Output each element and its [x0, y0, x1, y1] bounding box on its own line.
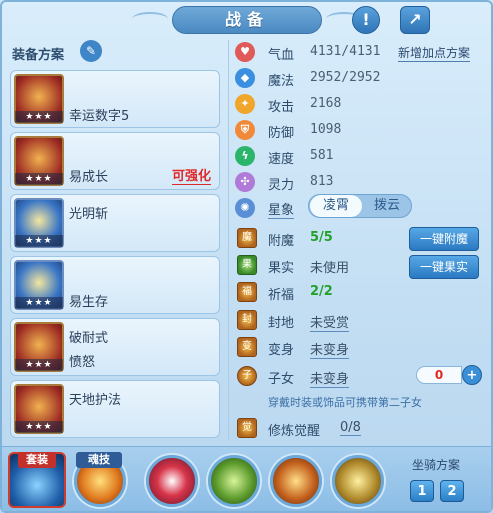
transform-value[interactable]: 未变身 — [310, 339, 350, 359]
fruit-icon: 果 — [237, 255, 257, 275]
heart-icon: ♥ — [235, 42, 255, 62]
children-value[interactable]: 未变身 — [310, 368, 350, 388]
skill-tower-button[interactable] — [270, 455, 322, 507]
awaken-value[interactable]: 0/8 — [340, 420, 361, 436]
fief-value[interactable]: 未受赏 — [310, 312, 350, 332]
page-title: 战备 — [172, 6, 322, 34]
toggle-option-boyun[interactable]: 拨云 — [361, 195, 413, 217]
blessing-label: 祈福 — [268, 288, 295, 303]
attr-label-hp: 气血 — [268, 48, 295, 63]
attr-value-mp: 2952/2952 — [310, 70, 381, 85]
attr-label-spd: 速度 — [268, 152, 295, 167]
fief-label: 封地 — [268, 316, 295, 331]
enchant-label: 附魔 — [268, 234, 295, 249]
blessing-icon: 福 — [237, 282, 257, 302]
one-click-fruit-button[interactable]: 一键果实 — [409, 255, 479, 279]
soul-skill-label: 魂技 — [76, 452, 122, 468]
column-divider — [228, 40, 229, 440]
attr-value-def: 1098 — [310, 122, 342, 137]
edit-icon[interactable]: ✎ — [80, 40, 102, 62]
spirit-icon: ✣ — [235, 172, 255, 192]
one-click-enchant-button[interactable]: 一键附魔 — [409, 227, 479, 251]
mount-plan-1-button[interactable]: 1 — [410, 480, 434, 502]
equip-name: 光明斩 — [69, 207, 109, 222]
fruit-value: 未使用 — [310, 261, 350, 276]
children-icon: 子 — [237, 366, 257, 386]
equip-name-secondary: 愤怒 — [69, 355, 96, 370]
equip-item-6[interactable]: ★★★ 天地护法 — [10, 380, 220, 438]
speed-icon: ϟ — [235, 146, 255, 166]
children-counter: 0 — [416, 366, 462, 384]
equip-item-2[interactable]: ★★★ 易成长 可强化 — [10, 132, 220, 190]
equip-item-5[interactable]: ★★★ 破耐式 愤怒 — [10, 318, 220, 376]
star-sign-toggle[interactable]: 凌霄 拨云 — [308, 194, 412, 218]
fruit-label: 果实 — [268, 261, 295, 276]
enchant-value: 5/5 — [310, 230, 333, 245]
equip-plan-title: 装备方案 — [12, 48, 65, 63]
mana-icon: ◆ — [235, 68, 255, 88]
blessing-value: 2/2 — [310, 284, 333, 299]
enchant-icon: 魔 — [237, 228, 257, 248]
alert-icon[interactable]: ! — [352, 6, 380, 34]
star-sign-icon: ✺ — [235, 198, 255, 218]
equip-name: 幸运数字5 — [69, 109, 130, 124]
skill-wing-button[interactable] — [332, 455, 384, 507]
attr-value-hp: 4131/4131 — [310, 44, 381, 59]
share-icon[interactable]: ↗ — [400, 6, 430, 34]
title-ornament-left — [132, 12, 168, 26]
attack-icon: ✦ — [235, 94, 255, 114]
mount-plan-title: 坐骑方案 — [412, 458, 461, 472]
attr-label-atk: 攻击 — [268, 100, 295, 115]
skill-shield-button[interactable] — [146, 455, 198, 507]
fief-icon: 封 — [237, 310, 257, 330]
attr-label-def: 防御 — [268, 126, 295, 141]
attr-label-mp: 魔法 — [268, 74, 295, 89]
equip-stars: ★★★ — [15, 111, 63, 123]
equip-item-3[interactable]: ★★★ 光明斩 — [10, 194, 220, 252]
equip-name: 天地护法 — [69, 393, 122, 408]
equip-name: 破耐式 — [69, 331, 109, 346]
equip-stars: ★★★ — [15, 421, 63, 433]
transform-icon: 变 — [237, 337, 257, 357]
equip-stars: ★★★ — [15, 173, 63, 185]
plus-icon[interactable]: + — [462, 365, 482, 385]
awaken-icon: 觉 — [237, 418, 257, 438]
add-points-plan-link[interactable]: 新增加点方案 — [398, 44, 471, 62]
attr-value-spirit: 813 — [310, 174, 334, 189]
second-child-hint: 穿戴时装或饰品可携带第二子女 — [268, 396, 422, 409]
attr-value-atk: 2168 — [310, 96, 342, 111]
awaken-label: 修炼觉醒 — [268, 424, 321, 439]
skill-sword-button[interactable] — [208, 455, 260, 507]
equip-name: 易生存 — [69, 295, 109, 310]
attr-value-spd: 581 — [310, 148, 334, 163]
star-sign-label: 星象 — [268, 199, 295, 219]
equip-stars: ★★★ — [15, 359, 63, 371]
attr-label-spirit: 灵力 — [268, 178, 295, 193]
defense-icon: ⛨ — [235, 120, 255, 140]
toggle-option-lingxiao[interactable]: 凌霄 — [310, 195, 362, 217]
equip-item-4[interactable]: ★★★ 易生存 — [10, 256, 220, 314]
equip-stars: ★★★ — [15, 235, 63, 247]
equip-item-1[interactable]: ★★★ 幸运数字5 — [10, 70, 220, 128]
equip-stars: ★★★ — [15, 297, 63, 309]
set-label: 套装 — [18, 452, 56, 468]
children-label: 子女 — [268, 372, 295, 387]
upgradable-tag[interactable]: 可强化 — [171, 165, 211, 185]
transform-label: 变身 — [268, 343, 295, 358]
equip-name: 易成长 — [69, 170, 109, 185]
mount-plan-2-button[interactable]: 2 — [440, 480, 464, 502]
